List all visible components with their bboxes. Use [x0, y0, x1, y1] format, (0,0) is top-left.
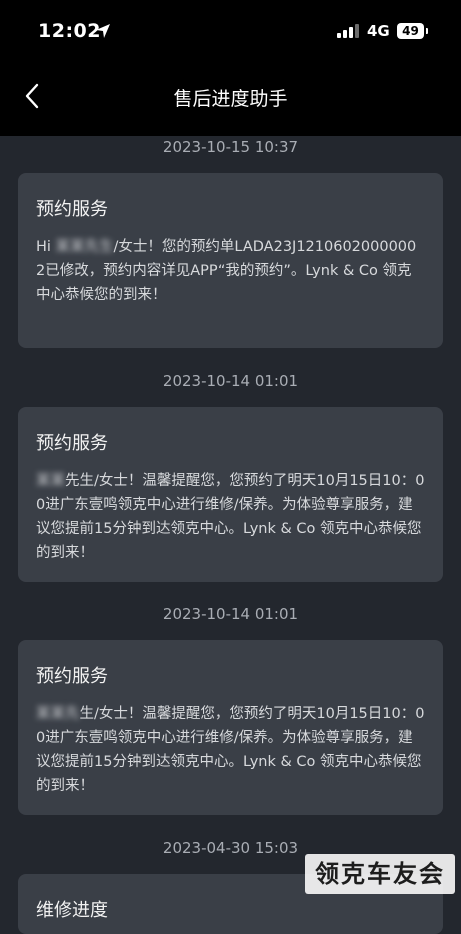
network-type: 4G: [367, 22, 390, 40]
redacted-name: 某某先: [36, 706, 80, 722]
status-time: 12:02: [38, 20, 101, 42]
message-timestamp: 2023-10-14 01:01: [162, 372, 299, 390]
watermark-logo: 领克车友会: [305, 854, 455, 894]
battery-tip: [426, 28, 428, 34]
message-body-prefix: Hi: [36, 239, 56, 255]
message-body: Hi 某某先生/女士！您的预约单LADA23J12106020000002已修改…: [36, 235, 425, 307]
message-body: 某某先生/女士！温馨提醒您，您预约了明天10月15日10：00进广东壹鸣领克中心…: [36, 469, 425, 565]
redacted-name: 某某: [36, 473, 65, 489]
redacted-name: 某某先生: [55, 239, 114, 255]
message-timestamp: 2023-10-15 10:37: [162, 138, 299, 156]
top-bar: 12:02 4G 49 售后进度助手: [0, 0, 461, 136]
cellular-signal-icon: [337, 24, 359, 38]
message-title: 预约服务: [36, 666, 108, 687]
message-body-text: 先生/女士！温馨提醒您，您预约了明天10月15日10：00进广东壹鸣领克中心进行…: [36, 473, 425, 561]
message-card[interactable]: 预约服务 Hi 某某先生/女士！您的预约单LADA23J121060200000…: [18, 173, 443, 348]
page-title: 售后进度助手: [173, 88, 288, 110]
message-card[interactable]: 预约服务 某某先生/女士！温馨提醒您，您预约了明天10月15日10：00进广东壹…: [18, 407, 443, 582]
message-body: 某某先生/女士！温馨提醒您，您预约了明天10月15日10：00进广东壹鸣领克中心…: [36, 702, 425, 798]
message-title: 预约服务: [36, 199, 108, 220]
location-arrow-icon: [96, 24, 110, 38]
battery-icon: 49: [397, 23, 424, 39]
message-card[interactable]: 预约服务 某某先生/女士！温馨提醒您，您预约了明天10月15日10：00进广东壹…: [18, 640, 443, 815]
message-body-text: 生/女士！温馨提醒您，您预约了明天10月15日10：00进广东壹鸣领克中心进行维…: [36, 706, 425, 794]
message-timestamp: 2023-10-14 01:01: [162, 605, 299, 623]
message-title: 预约服务: [36, 433, 108, 454]
